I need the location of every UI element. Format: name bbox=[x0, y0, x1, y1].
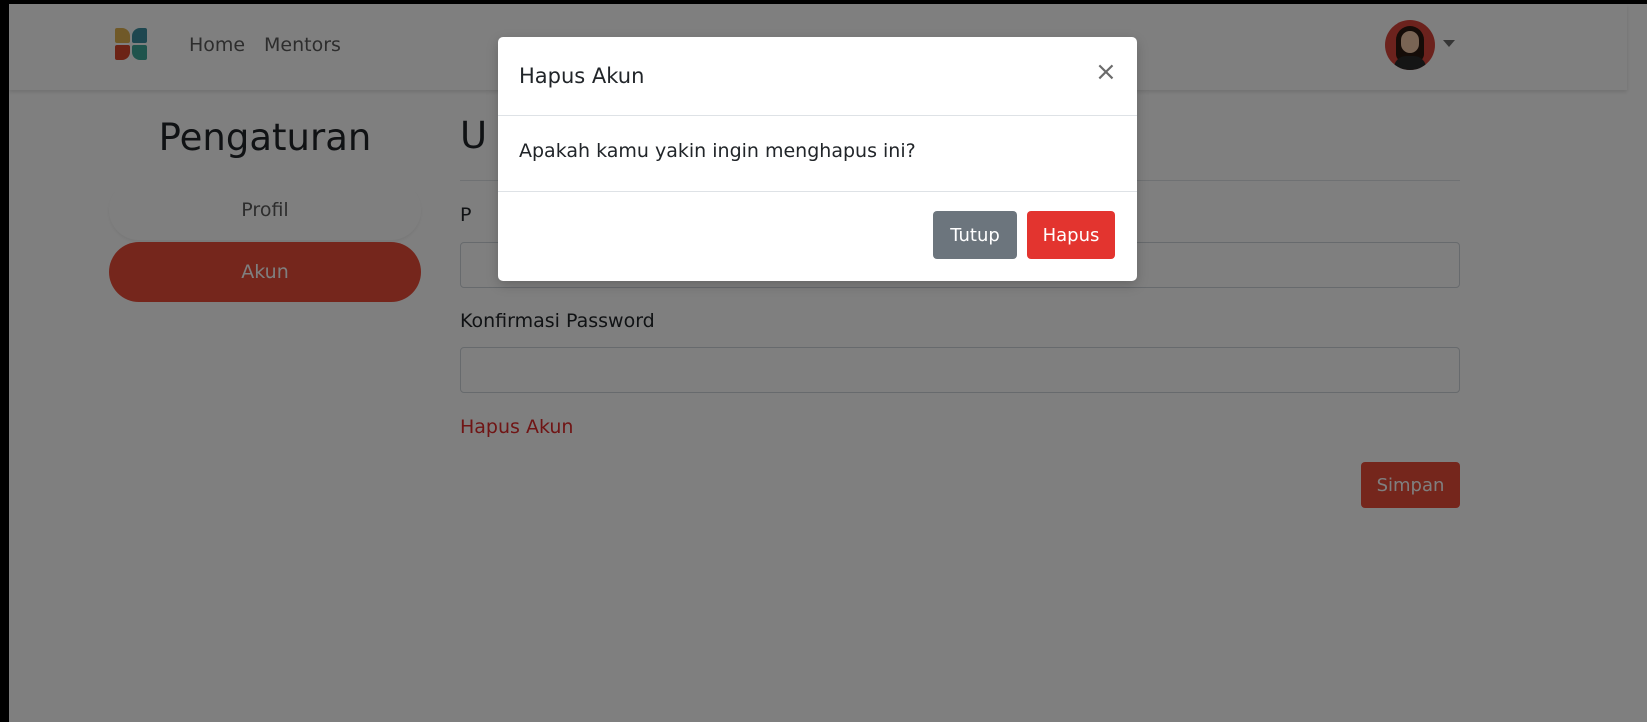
modal-title: Hapus Akun bbox=[519, 64, 645, 88]
delete-account-modal: Hapus Akun × Apakah kamu yakin ingin men… bbox=[498, 37, 1137, 281]
close-button[interactable]: Tutup bbox=[933, 211, 1017, 259]
modal-header: Hapus Akun × bbox=[498, 37, 1137, 116]
modal-message: Apakah kamu yakin ingin menghapus ini? bbox=[519, 140, 916, 162]
modal-footer: Tutup Hapus bbox=[498, 191, 1137, 281]
delete-button[interactable]: Hapus bbox=[1027, 211, 1115, 259]
close-icon[interactable]: × bbox=[1095, 59, 1117, 85]
